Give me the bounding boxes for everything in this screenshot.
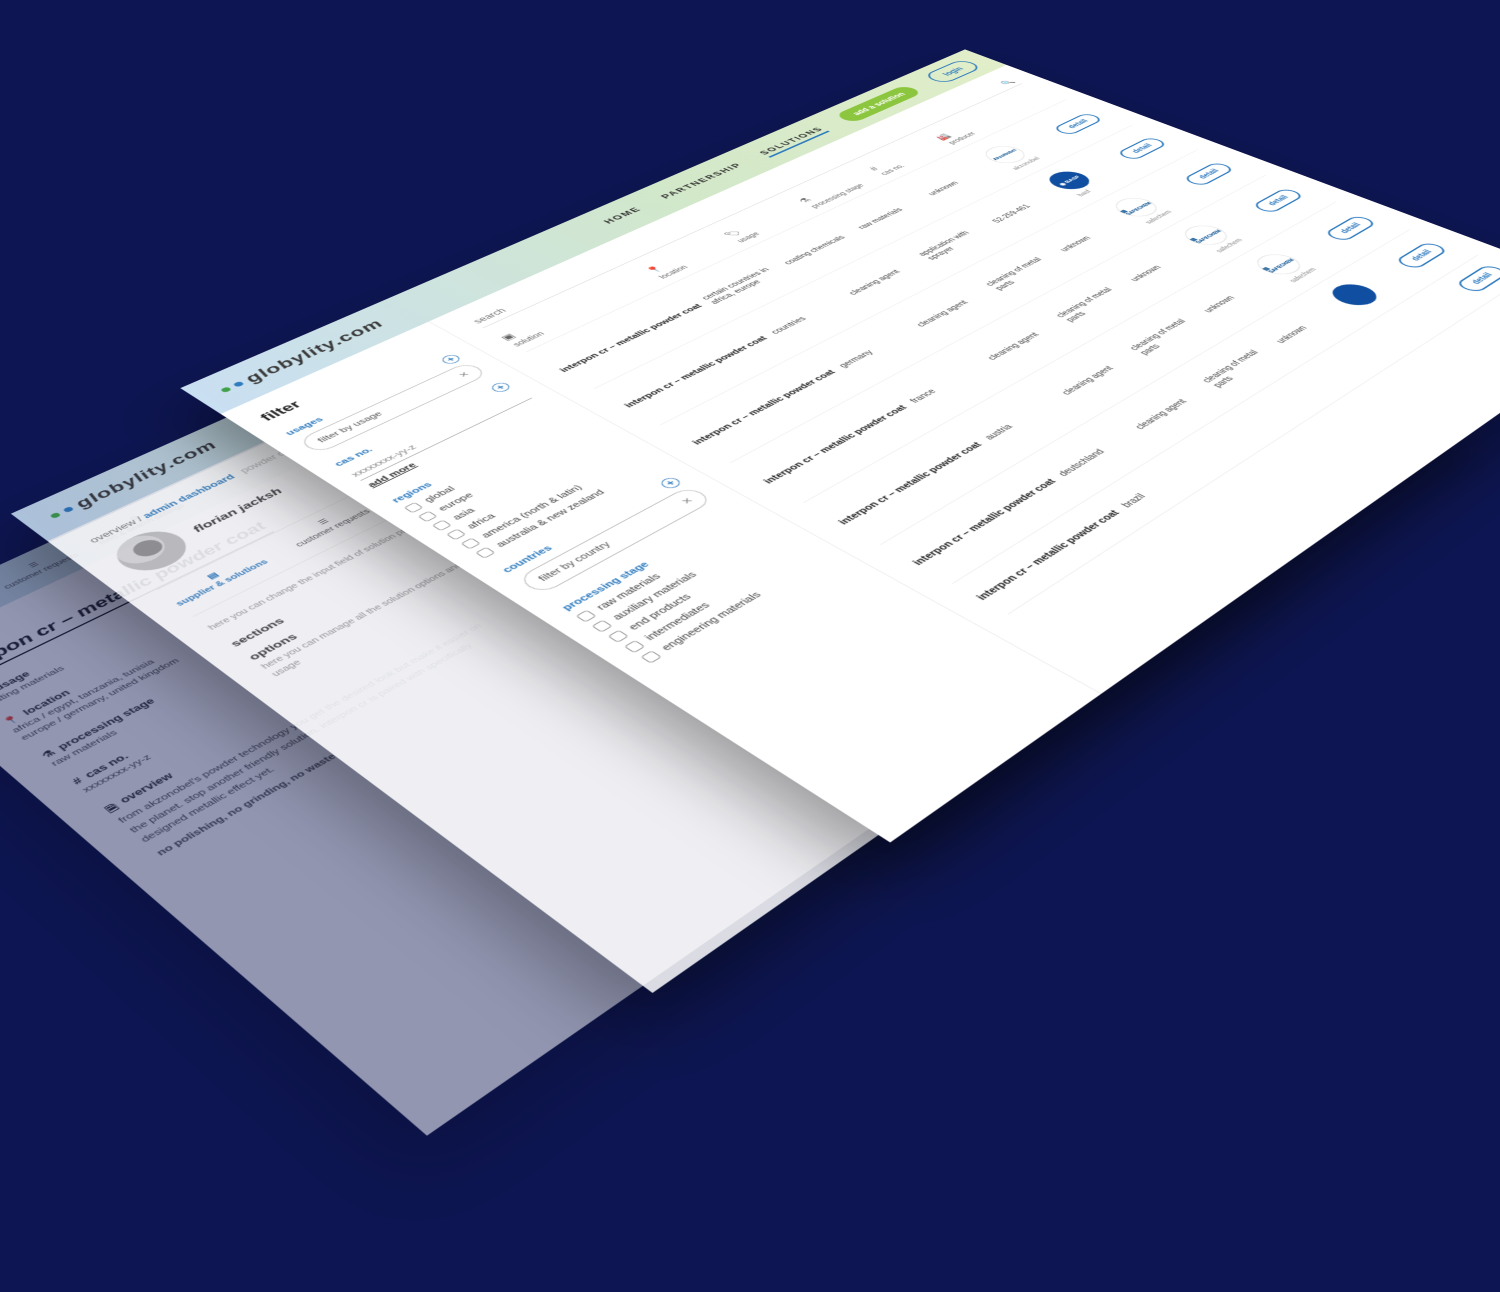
detail-button[interactable]: detail [1182, 161, 1236, 186]
row-cas: 52-259-461 [991, 189, 1062, 224]
logo-icon [215, 378, 249, 395]
checkbox-icon[interactable] [607, 629, 629, 642]
row-location: deutschland [1056, 429, 1138, 478]
add-cas-icon[interactable]: + [488, 381, 513, 394]
row-cas: unknown [1058, 216, 1129, 252]
grid-icon: ▤ [205, 571, 221, 580]
checkbox-icon[interactable] [640, 650, 662, 663]
row-stage: cleaning of metal parts [1128, 310, 1212, 356]
detail-button[interactable]: detail [1394, 241, 1449, 270]
hash-icon: # [866, 165, 881, 171]
row-stage: cleaning of metal parts [984, 249, 1067, 291]
checkbox-icon[interactable] [575, 609, 596, 622]
row-stage: application with sprayer [916, 220, 999, 260]
checkbox-icon[interactable] [475, 546, 495, 558]
detail-button[interactable]: detail [1323, 214, 1378, 242]
detail-button[interactable]: detail [1251, 187, 1305, 213]
row-cas: unknown [926, 163, 997, 196]
detail-button[interactable]: detail [1116, 136, 1169, 160]
row-cas: unknown [1274, 303, 1345, 344]
row-location: certain countries in africa, europe [700, 262, 790, 305]
hash-icon: # [70, 775, 85, 786]
tab-supplier[interactable]: ▤supplier & solutions [165, 552, 271, 608]
stage-icon: ⚗ [796, 196, 815, 204]
row-usage: cleaning agent [847, 257, 925, 295]
row-stage [1273, 371, 1336, 411]
row-stage: cleaning of metal parts [1200, 340, 1285, 388]
nav-home[interactable]: HOME [601, 205, 646, 225]
checkbox-icon[interactable] [404, 502, 424, 513]
checkbox-icon[interactable] [460, 537, 480, 549]
checkbox-icon[interactable] [432, 519, 452, 530]
detail-button[interactable]: detail [1454, 263, 1500, 293]
detail-button[interactable]: detail [1052, 112, 1105, 135]
row-usage: cleaning agent [1060, 352, 1138, 396]
logo-icon [45, 503, 78, 522]
checkbox-icon[interactable] [591, 619, 612, 632]
row-cas [1341, 330, 1401, 368]
tab-customer[interactable]: ☰customer requests [284, 502, 372, 548]
row-usage: cleaning agent [915, 288, 993, 328]
row-stage: raw materials [856, 195, 930, 230]
row-cas: unknown [1128, 244, 1199, 282]
row-usage [1201, 415, 1268, 458]
list-icon: ☰ [316, 517, 331, 525]
checkbox-icon[interactable] [446, 528, 466, 539]
row-location: france [908, 359, 990, 403]
row-usage: cleaning agent [1133, 384, 1211, 430]
checkbox-icon[interactable] [418, 510, 438, 521]
solution-icon: ▣ [498, 331, 519, 341]
search-icon[interactable]: 🔍 [999, 78, 1017, 85]
row-usage: coating chemicals [782, 229, 859, 266]
clear-icon[interactable]: × [455, 369, 473, 378]
add-country-icon[interactable]: + [658, 475, 684, 489]
row-location: countries [769, 294, 850, 335]
checkbox-icon[interactable] [624, 640, 646, 653]
add-usage-icon[interactable]: + [439, 353, 463, 365]
row-stage: cleaning of metal parts [1054, 279, 1138, 323]
row-cas: unknown [1202, 274, 1273, 313]
row-location: austria [982, 394, 1064, 441]
clear-icon[interactable]: × [677, 495, 697, 506]
row-location: germany [837, 326, 919, 368]
row-producer [1403, 291, 1463, 328]
row-usage: cleaning agent [985, 319, 1063, 361]
